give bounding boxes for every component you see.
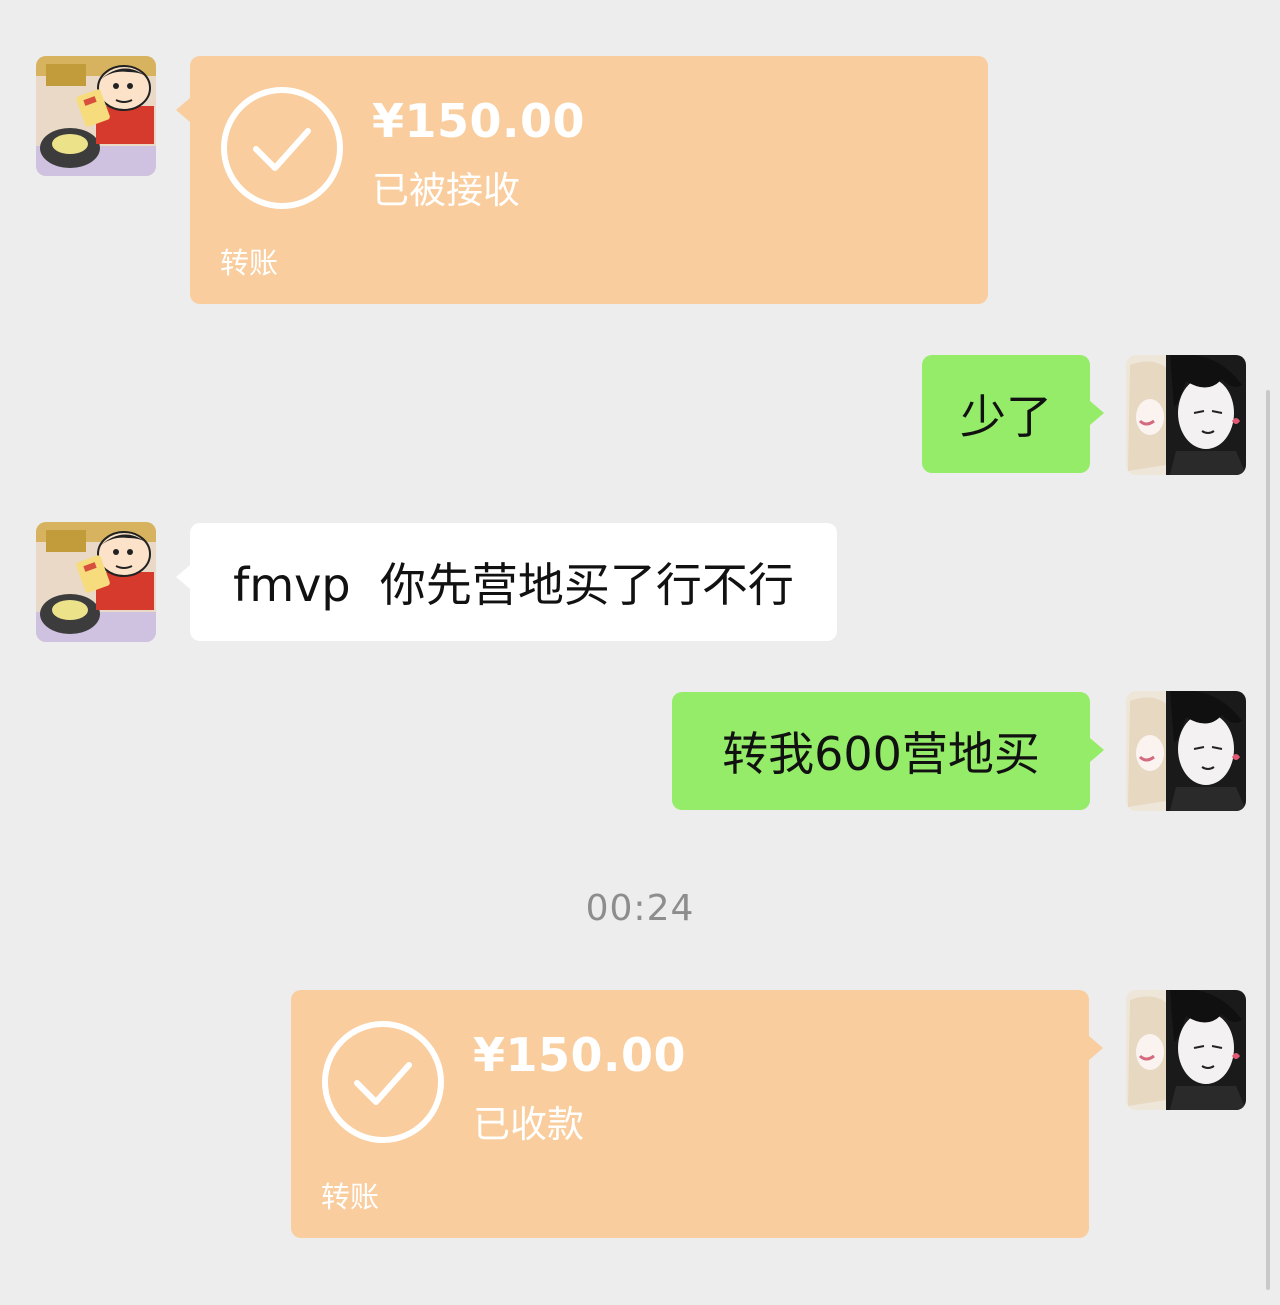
transfer-bubble-sent[interactable]: ¥150.00 已收款 转账 (291, 990, 1103, 1238)
my-avatar[interactable] (1126, 355, 1246, 475)
message-text: 转我600营地买 (722, 727, 1040, 781)
anime-avatar-image (1126, 691, 1246, 811)
sent-message-bubble[interactable]: 少了 (922, 355, 1104, 473)
anime-avatar-image (1126, 990, 1246, 1110)
transfer-amount: ¥150.00 (372, 94, 586, 148)
contact-avatar[interactable] (36, 56, 156, 176)
cartoon-avatar-image (36, 522, 156, 642)
sent-message-bubble[interactable]: 转我600营地买 (672, 692, 1104, 810)
transfer-status: 已被接收 (372, 169, 520, 212)
message-text: 少了 (960, 390, 1052, 444)
cartoon-avatar-image (36, 56, 156, 176)
my-avatar[interactable] (1126, 990, 1246, 1110)
transfer-amount: ¥150.00 (473, 1028, 687, 1082)
message-text: fmvp 你先营地买了行不行 (233, 558, 794, 612)
received-message-bubble[interactable]: fmvp 你先营地买了行不行 (176, 523, 837, 641)
contact-avatar[interactable] (36, 522, 156, 642)
my-avatar[interactable] (1126, 691, 1246, 811)
check-circle-icon (322, 1021, 444, 1143)
chat-scrollbar[interactable] (1266, 390, 1270, 1290)
message-timestamp: 00:24 (585, 888, 695, 929)
transfer-bubble-received[interactable]: ¥150.00 已被接收 转账 (176, 56, 988, 304)
transfer-label: 转账 (220, 246, 279, 280)
transfer-status: 已收款 (473, 1103, 584, 1146)
transfer-label: 转账 (321, 1180, 380, 1214)
anime-avatar-image (1126, 355, 1246, 475)
check-circle-icon (221, 87, 343, 209)
